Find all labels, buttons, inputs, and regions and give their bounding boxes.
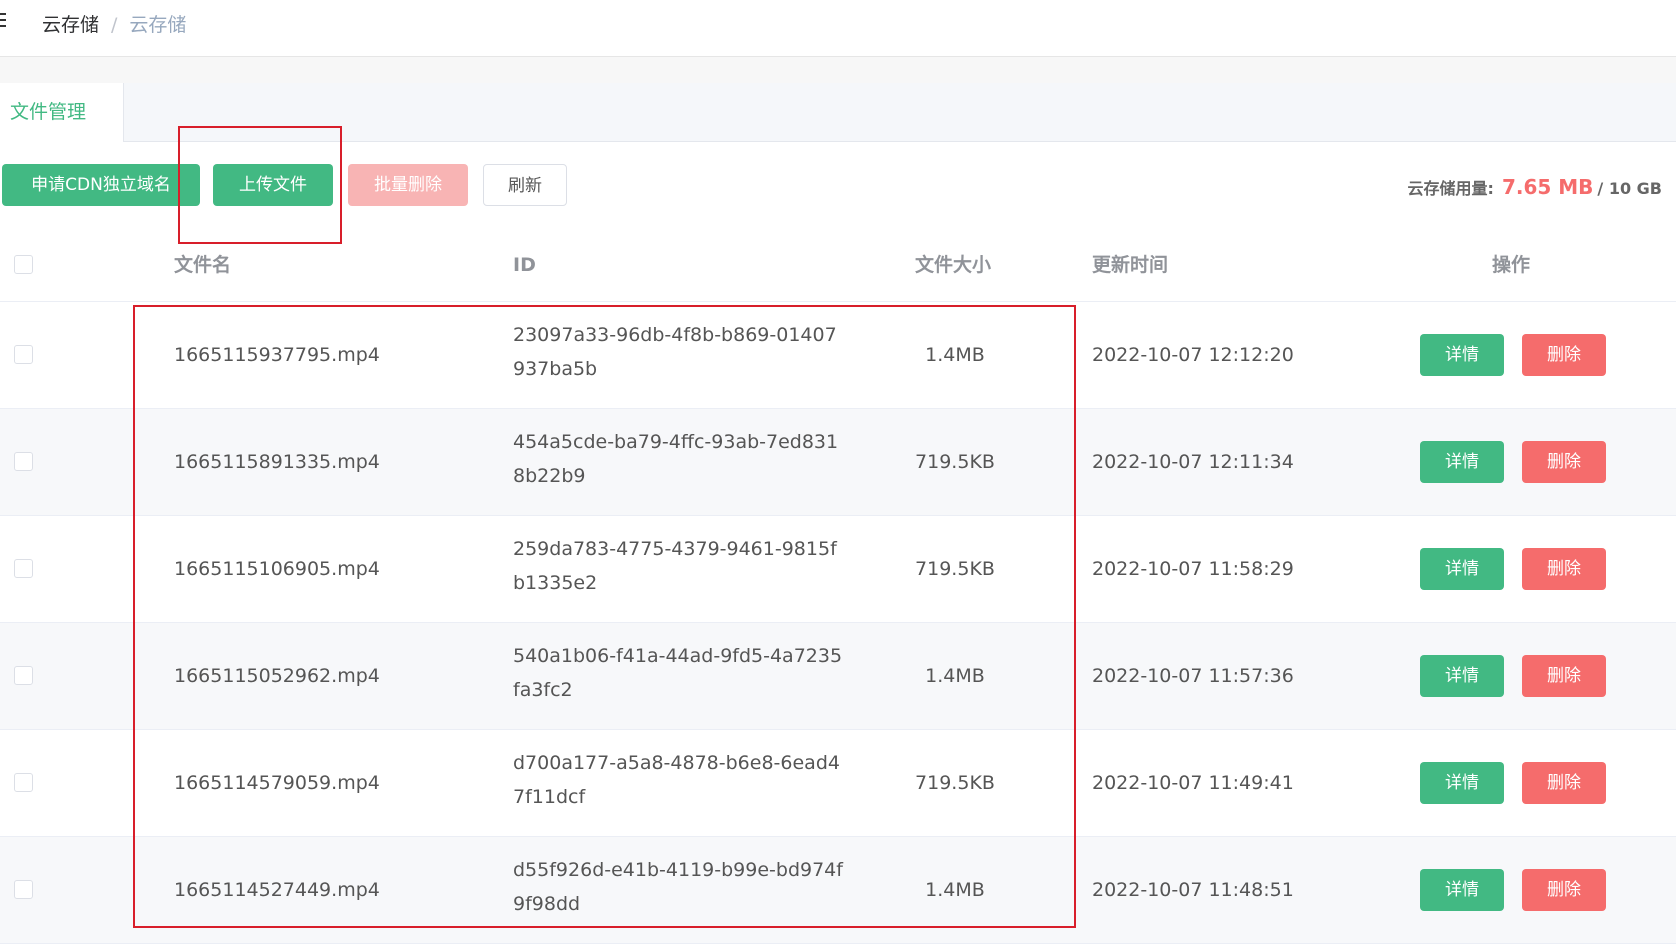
- row-checkbox[interactable]: [14, 452, 33, 471]
- breadcrumb-item[interactable]: 云存储: [42, 14, 99, 36]
- table-header: 文件名 ID 文件大小 更新时间 操作: [0, 229, 1676, 302]
- file-size: 1.4MB: [925, 665, 985, 687]
- storage-usage-label: 云存储用量:: [1407, 179, 1494, 198]
- file-name: 1665115052962.mp4: [174, 665, 380, 687]
- content-gap: [0, 57, 1676, 83]
- file-id: 454a5cde-ba79-4ffc-93ab-7ed8318b22b9: [513, 431, 839, 487]
- table-row: 1665114579059.mp4 d700a177-a5a8-4878-b6e8…: [0, 730, 1676, 837]
- file-updated-time: 2022-10-07 12:11:34: [1092, 451, 1294, 473]
- table-row: 1665115106905.mp4 259da783-4775-4379-9461…: [0, 516, 1676, 623]
- apply-cdn-domain-button[interactable]: 申请CDN独立域名: [2, 164, 200, 206]
- file-name: 1665115106905.mp4: [174, 558, 380, 580]
- file-name: 1665114527449.mp4: [174, 879, 380, 901]
- row-checkbox[interactable]: [14, 773, 33, 792]
- row-checkbox[interactable]: [14, 559, 33, 578]
- row-checkbox[interactable]: [14, 666, 33, 685]
- refresh-button[interactable]: 刷新: [483, 164, 567, 206]
- delete-button[interactable]: 删除: [1522, 869, 1606, 911]
- hamburger-icon[interactable]: [0, 10, 8, 30]
- detail-button[interactable]: 详情: [1420, 869, 1504, 911]
- file-id: d700a177-a5a8-4878-b6e8-6ead47f11dcf: [513, 752, 840, 808]
- breadcrumb-separator: /: [111, 14, 118, 36]
- detail-button[interactable]: 详情: [1420, 334, 1504, 376]
- file-name: 1665115937795.mp4: [174, 344, 380, 366]
- file-table: 文件名 ID 文件大小 更新时间 操作 1665115937795.mp4 230…: [0, 229, 1676, 944]
- detail-button[interactable]: 详情: [1420, 548, 1504, 590]
- delete-button[interactable]: 删除: [1522, 655, 1606, 697]
- file-size: 1.4MB: [925, 344, 985, 366]
- column-header-time: 更新时间: [1092, 254, 1169, 276]
- row-checkbox[interactable]: [14, 345, 33, 364]
- column-header-ops: 操作: [1492, 254, 1531, 276]
- delete-button[interactable]: 删除: [1522, 762, 1606, 804]
- upload-file-button[interactable]: 上传文件: [213, 164, 333, 206]
- detail-button[interactable]: 详情: [1420, 655, 1504, 697]
- row-actions: 详情 删除: [1420, 869, 1624, 911]
- file-id: d55f926d-e41b-4119-b99e-bd974f9f98dd: [513, 859, 843, 915]
- file-size: 1.4MB: [925, 879, 985, 901]
- detail-button[interactable]: 详情: [1420, 441, 1504, 483]
- file-name: 1665114579059.mp4: [174, 772, 380, 794]
- row-actions: 详情 删除: [1420, 655, 1624, 697]
- file-size: 719.5KB: [915, 558, 995, 580]
- file-updated-time: 2022-10-07 11:57:36: [1092, 665, 1294, 687]
- file-id: 540a1b06-f41a-44ad-9fd5-4a7235fa3fc2: [513, 645, 843, 701]
- row-actions: 详情 删除: [1420, 762, 1624, 804]
- file-id: 259da783-4775-4379-9461-9815fb1335e2: [513, 538, 837, 594]
- table-row: 1665115891335.mp4 454a5cde-ba79-4ffc-93ab…: [0, 409, 1676, 516]
- row-actions: 详情 删除: [1420, 548, 1624, 590]
- row-checkbox[interactable]: [14, 880, 33, 899]
- detail-button[interactable]: 详情: [1420, 762, 1504, 804]
- column-header-id: ID: [513, 254, 536, 276]
- tab-bar: 文件管理: [0, 83, 1676, 142]
- batch-delete-button[interactable]: 批量删除: [348, 164, 468, 206]
- file-id: 23097a33-96db-4f8b-b869-01407937ba5b: [513, 324, 837, 380]
- row-actions: 详情 删除: [1420, 334, 1624, 376]
- delete-button[interactable]: 删除: [1522, 548, 1606, 590]
- column-header-size: 文件大小: [915, 254, 992, 276]
- storage-used-value: 7.65 MB: [1501, 175, 1594, 199]
- table-row: 1665114527449.mp4 d55f926d-e41b-4119-b99e…: [0, 837, 1676, 944]
- select-all-checkbox[interactable]: [14, 255, 33, 274]
- file-name: 1665115891335.mp4: [174, 451, 380, 473]
- file-updated-time: 2022-10-07 11:49:41: [1092, 772, 1294, 794]
- file-updated-time: 2022-10-07 11:48:51: [1092, 879, 1294, 901]
- table-row: 1665115937795.mp4 23097a33-96db-4f8b-b869…: [0, 302, 1676, 409]
- row-actions: 详情 删除: [1420, 441, 1624, 483]
- storage-usage: 云存储用量: 7.65 MB/ 10 GB: [1408, 175, 1662, 199]
- file-size: 719.5KB: [915, 451, 995, 473]
- file-size: 719.5KB: [915, 772, 995, 794]
- column-header-name: 文件名: [174, 254, 232, 276]
- delete-button[interactable]: 删除: [1522, 441, 1606, 483]
- table-body: 1665115937795.mp4 23097a33-96db-4f8b-b869…: [0, 302, 1676, 944]
- breadcrumb: 云存储 / 云存储: [42, 10, 186, 37]
- storage-total-value: / 10 GB: [1597, 179, 1662, 198]
- breadcrumb-current: 云存储: [129, 14, 187, 36]
- file-updated-time: 2022-10-07 12:12:20: [1092, 344, 1294, 366]
- delete-button[interactable]: 删除: [1522, 334, 1606, 376]
- top-navbar: 云存储 / 云存储: [0, 0, 1676, 57]
- tab-file-management[interactable]: 文件管理: [0, 83, 124, 142]
- file-updated-time: 2022-10-07 11:58:29: [1092, 558, 1294, 580]
- table-row: 1665115052962.mp4 540a1b06-f41a-44ad-9fd5…: [0, 623, 1676, 730]
